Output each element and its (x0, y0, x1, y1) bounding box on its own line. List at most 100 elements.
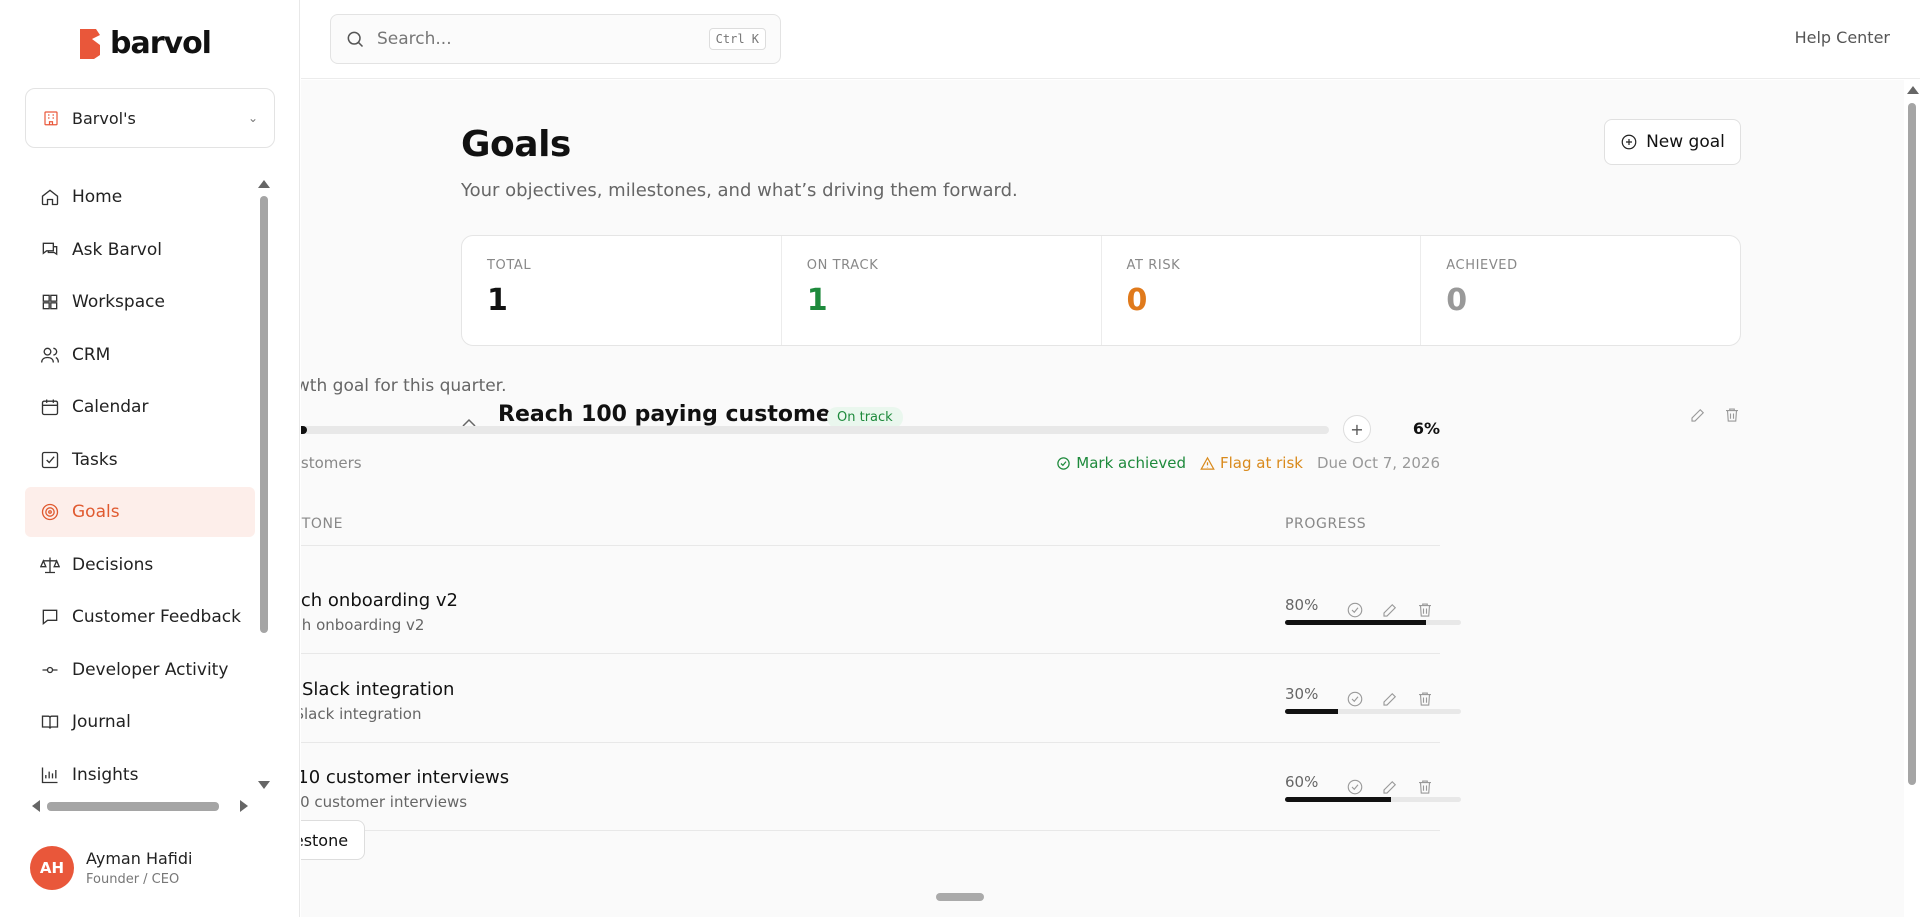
sidebar-item-home[interactable]: Home (25, 172, 255, 222)
commit-icon (42, 666, 58, 673)
sidebar-item-label: Calendar (72, 397, 149, 417)
user-profile[interactable]: AH Ayman Hafidi Founder / CEO (30, 846, 192, 890)
milestone-subtitle: Run 10 customer interviews (301, 793, 468, 811)
goal-meta-row: 120 / 2000 customers Mark achieved Flag … (301, 454, 1440, 476)
add-milestone-button[interactable]: + Add milestone (301, 820, 365, 860)
scroll-right-arrow-icon[interactable] (240, 800, 248, 812)
building-icon (44, 111, 58, 126)
help-center-link[interactable]: Help Center (1795, 28, 1890, 47)
pencil-icon[interactable] (1381, 778, 1399, 796)
sidebar-item-decisions[interactable]: Decisions (25, 540, 255, 590)
user-role: Founder / CEO (86, 872, 180, 887)
stats-summary: TOTAL 1 ON TRACK 1 AT RISK 0 ACHIEVED 0 (461, 235, 1741, 346)
scroll-up-arrow-icon[interactable] (258, 180, 270, 188)
search-input[interactable]: Search... Ctrl K (330, 14, 781, 64)
users-icon (41, 347, 59, 363)
pencil-icon[interactable] (1689, 406, 1707, 424)
mark-achieved-button[interactable]: Mark achieved (1056, 454, 1186, 472)
trash-icon[interactable] (1416, 601, 1434, 619)
milestone-subtitle: Launch onboarding v2 (301, 616, 425, 634)
scrollbar-thumb[interactable] (1908, 103, 1916, 785)
goal-progress-bar (301, 426, 1329, 434)
increment-button[interactable]: + (1343, 415, 1371, 443)
milestone-progress-bar (1285, 709, 1461, 714)
flag-at-risk-button[interactable]: Flag at risk (1200, 454, 1303, 472)
new-goal-button[interactable]: New goal (1604, 119, 1741, 165)
warning-icon (1200, 456, 1215, 470)
check-circle-icon[interactable] (1346, 690, 1364, 708)
check-circle-icon[interactable] (1346, 601, 1364, 619)
sidebar-item-label: Developer Activity (72, 659, 229, 680)
column-header-milestone: MILESTONE (301, 516, 344, 532)
sidebar-item-developer-activity[interactable]: Developer Activity (25, 645, 255, 695)
flag-at-risk-label: Flag at risk (1220, 454, 1303, 472)
table-row[interactable]: 1 Launch onboarding v2 Launch onboarding… (301, 566, 1461, 654)
milestone-percent: 60% (1285, 773, 1319, 791)
checkbox-icon (41, 451, 59, 468)
stat-label: TOTAL (487, 258, 532, 273)
check-circle-icon[interactable] (1346, 778, 1364, 796)
trash-icon[interactable] (1723, 406, 1741, 424)
scroll-up-arrow-icon[interactable] (1907, 86, 1919, 94)
scrollbar-thumb[interactable] (47, 802, 219, 811)
top-header: Search... Ctrl K Help Center (301, 0, 1920, 79)
milestone-progress-fill (1285, 620, 1426, 625)
milestone-percent: 30% (1285, 685, 1319, 703)
scale-icon (40, 557, 60, 573)
page-title: Goals (461, 124, 571, 165)
sidebar-item-journal[interactable]: Journal (25, 697, 255, 747)
trash-icon[interactable] (1416, 778, 1434, 796)
row-actions (1346, 778, 1434, 796)
sidebar-item-label: Journal (72, 712, 131, 732)
due-date: Due Oct 7, 2026 (1316, 454, 1440, 472)
sidebar-item-calendar[interactable]: Calendar (25, 382, 255, 432)
stat-value: 1 (487, 283, 508, 318)
milestone-progress-bar (1285, 620, 1461, 625)
stat-total: TOTAL 1 (462, 236, 782, 345)
scroll-left-arrow-icon[interactable] (32, 800, 40, 812)
search-placeholder: Search... (377, 29, 452, 49)
sidebar-item-goals[interactable]: Goals (25, 487, 255, 537)
stat-value: 1 (806, 283, 828, 318)
trash-icon[interactable] (1416, 690, 1434, 708)
sidebar-item-crm[interactable]: CRM (25, 330, 255, 380)
sidebar-item-workspace[interactable]: Workspace (25, 277, 255, 327)
sidebar-item-label: Customer Feedback (72, 607, 241, 627)
workspace-selector[interactable]: Barvol's ⌄ (25, 88, 275, 148)
stat-at-risk: AT RISK 0 (1102, 236, 1422, 345)
new-goal-label: New goal (1646, 132, 1725, 152)
sidebar-item-label: Goals (72, 502, 120, 522)
brand-logo[interactable]: barvol (78, 26, 212, 61)
sidebar-vertical-scrollbar[interactable] (258, 178, 270, 789)
pencil-icon[interactable] (1381, 601, 1399, 619)
table-row[interactable]: 3 Run 10 customer interviews Run 10 cust… (301, 743, 1461, 831)
scroll-down-arrow-icon[interactable] (258, 781, 270, 789)
scrollbar-thumb[interactable] (260, 196, 268, 633)
barvol-logo-icon (80, 28, 100, 59)
sidebar-item-label: Decisions (72, 554, 154, 575)
milestone-table-header: # MILESTONE PROGRESS (301, 506, 1440, 546)
sidebar-item-ask-barvol[interactable]: Ask Barvol (25, 225, 255, 275)
sidebar-item-label: Ask Barvol (72, 239, 162, 260)
stat-value: 0 (1446, 283, 1468, 318)
sidebar-item-label: Insights (72, 764, 139, 785)
sidebar-item-insights[interactable]: Insights (25, 750, 255, 800)
sidebar-horizontal-scrollbar[interactable] (30, 799, 250, 813)
main-vertical-scrollbar[interactable] (1904, 80, 1920, 917)
table-row[interactable]: 2 Ship Slack integration Ship Slack inte… (301, 655, 1461, 743)
column-header-progress: PROGRESS (1285, 516, 1367, 532)
milestone-percent: 80% (1285, 596, 1319, 614)
search-shortcut-badge: Ctrl K (708, 28, 766, 50)
main-content: Goals Your objectives, milestones, and w… (301, 80, 1904, 917)
pencil-icon[interactable] (1381, 690, 1399, 708)
sidebar-item-tasks[interactable]: Tasks (25, 435, 255, 485)
sidebar-item-customer-feedback[interactable]: Customer Feedback (25, 592, 255, 642)
goal-progress-row: − + 6% (301, 415, 1440, 445)
milestone-title: Launch onboarding v2 (301, 590, 458, 611)
drag-handle[interactable] (936, 893, 984, 901)
chat-icon (42, 242, 58, 255)
stat-label: ACHIEVED (1446, 258, 1518, 273)
stat-achieved: ACHIEVED 0 (1421, 236, 1740, 345)
user-name: Ayman Hafidi (86, 849, 193, 868)
stat-on-track: ON TRACK 1 (782, 236, 1102, 345)
